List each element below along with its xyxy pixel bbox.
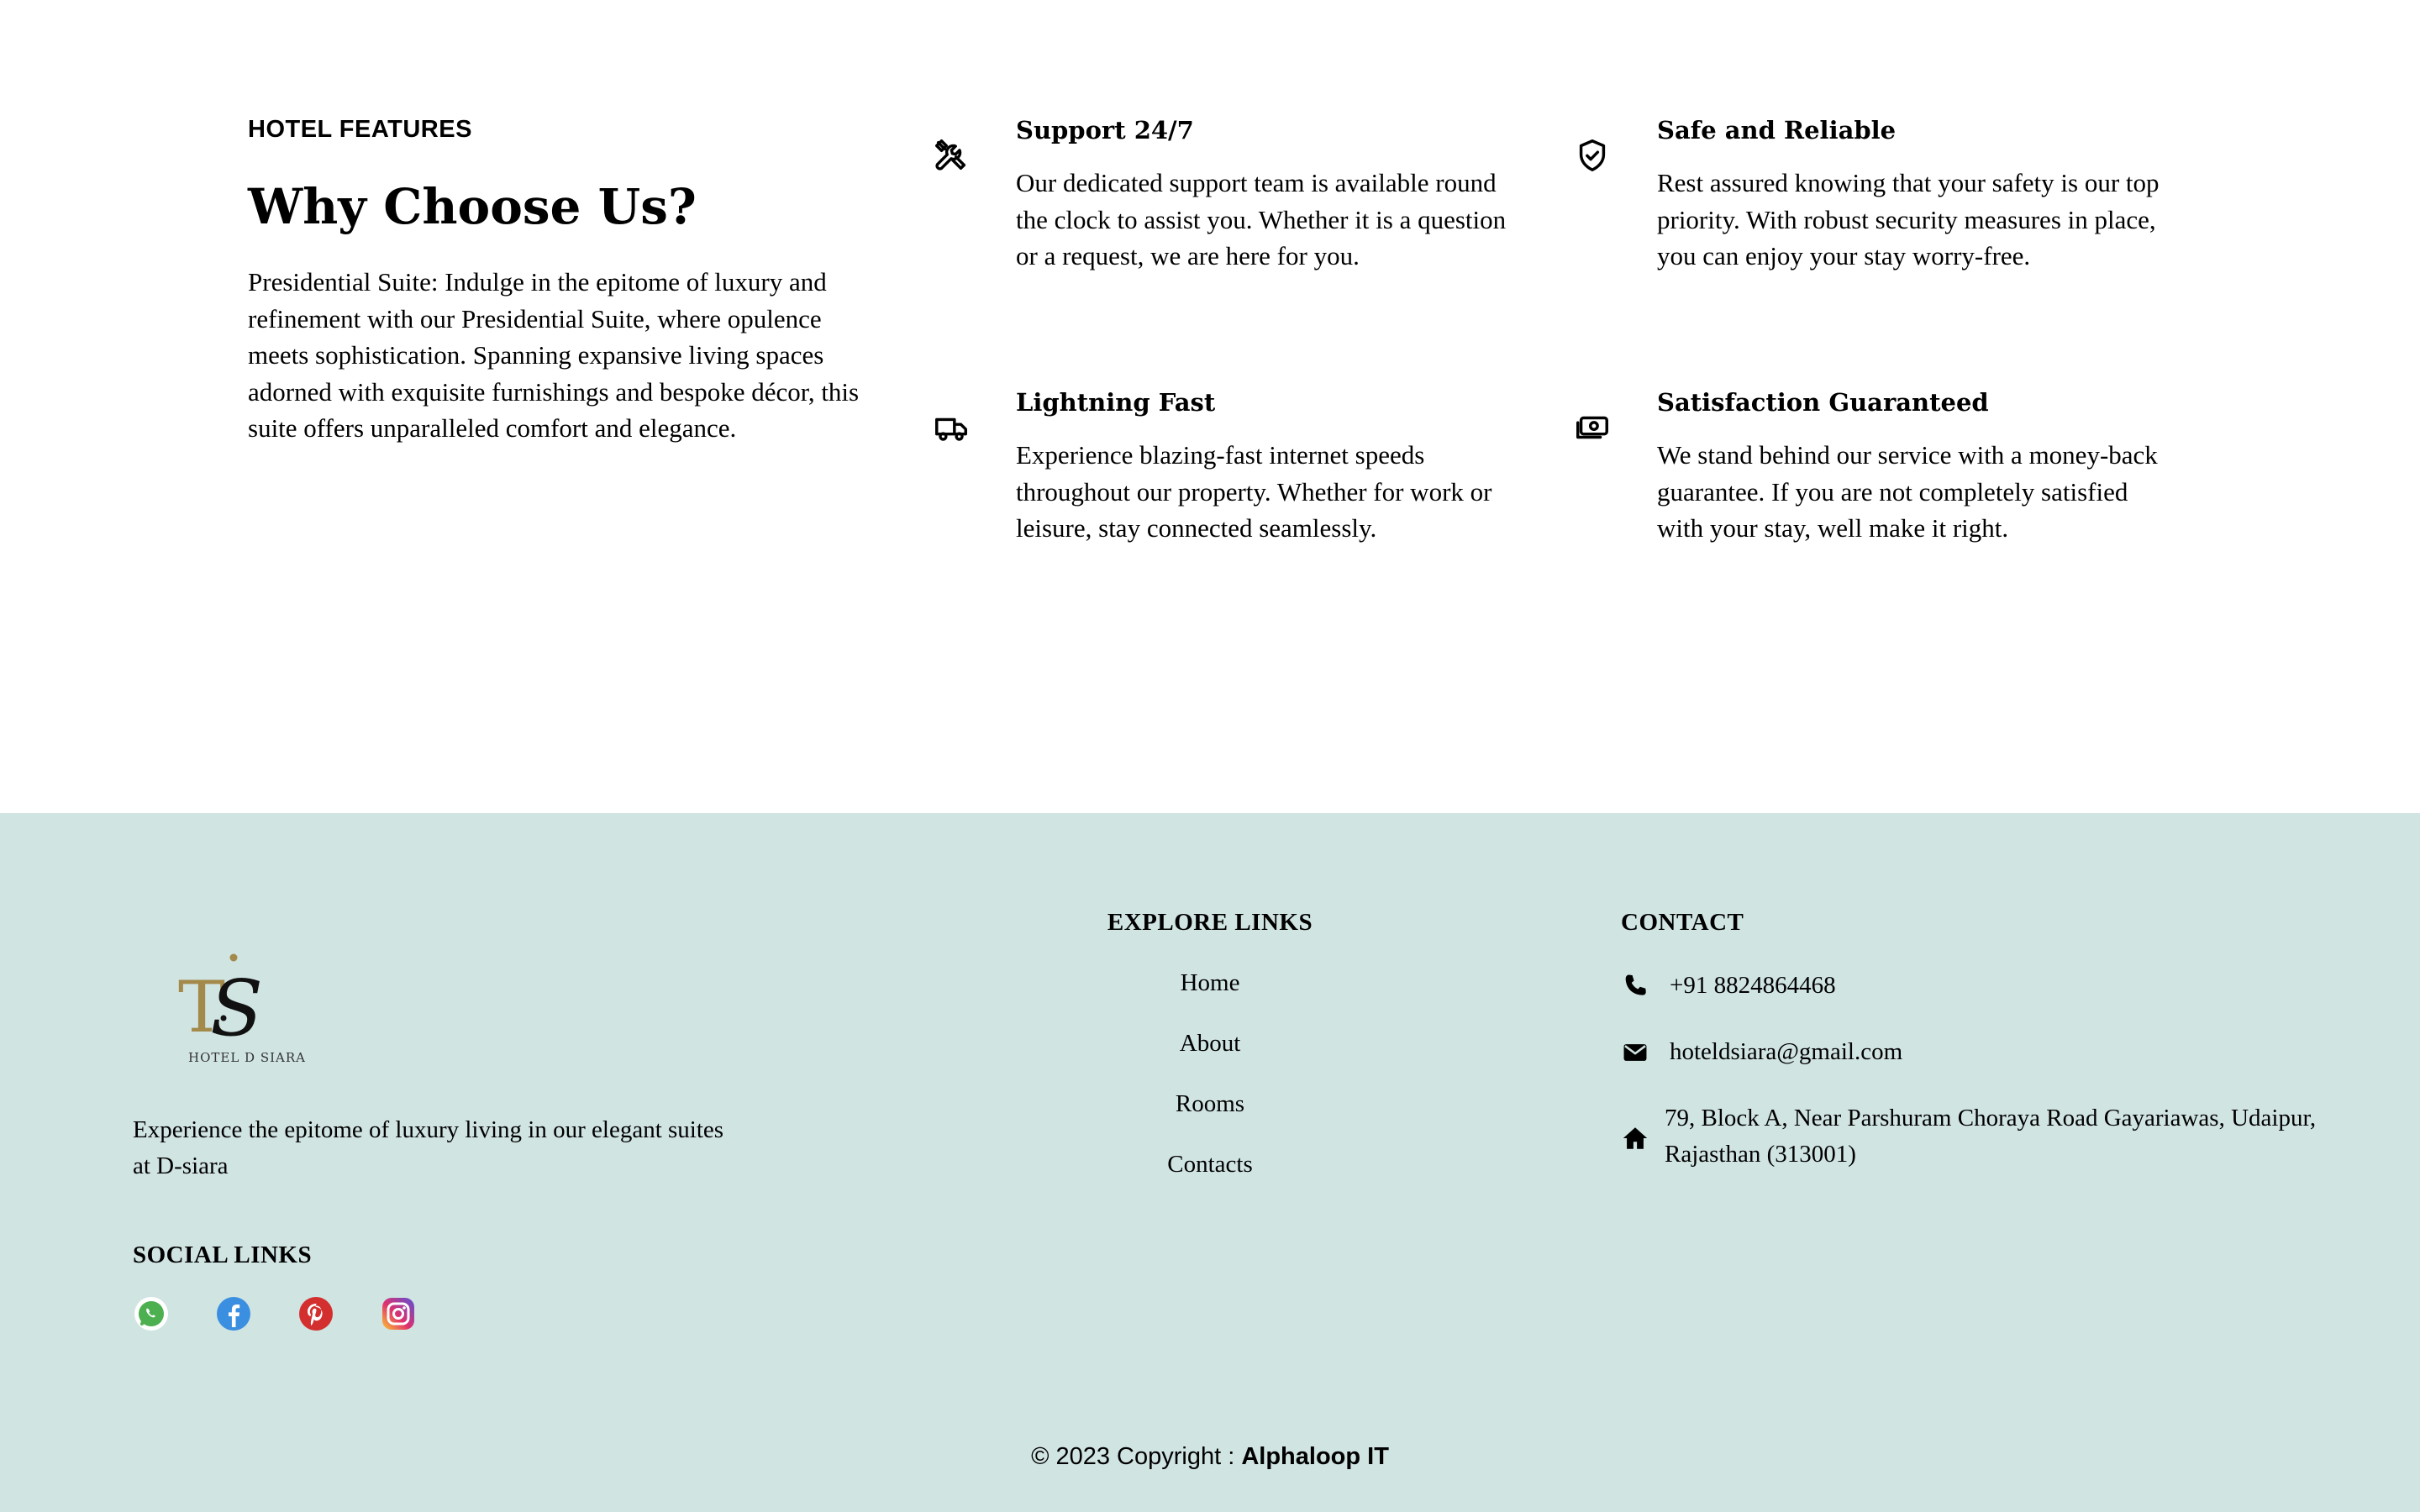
contact-address: 79, Block A, Near Parshuram Choraya Road… — [1621, 1100, 2377, 1173]
section-title: Why Choose Us? — [248, 178, 697, 235]
truck-icon — [932, 408, 971, 447]
footer-link-about[interactable]: About — [1092, 1028, 1328, 1058]
feature-title: Support 24/7 — [1016, 116, 1194, 144]
svg-text:S: S — [210, 963, 263, 1053]
phone-icon — [1621, 972, 1649, 1000]
site-footer: T S HOTEL D SIARA Experience the epitome… — [0, 813, 2420, 1512]
pinterest-icon[interactable] — [297, 1295, 334, 1332]
instagram-icon[interactable] — [380, 1295, 417, 1332]
features-intro: HOTEL FEATURES Why Choose Us? Presidenti… — [248, 114, 886, 447]
social-links-title: SOCIAL LINKS — [133, 1242, 313, 1268]
address-text: 79, Block A, Near Parshuram Choraya Road… — [1665, 1105, 2317, 1168]
footer-link-contacts[interactable]: Contacts — [1092, 1149, 1328, 1179]
feature-title: Lightning Fast — [1016, 388, 1216, 417]
phone-number[interactable]: +91 8824864468 — [1670, 968, 1836, 1004]
footer-tagline: Experience the epitome of luxury living … — [133, 1116, 724, 1179]
social-links — [133, 1295, 889, 1332]
copyright-company[interactable]: Alphaloop IT — [1241, 1443, 1389, 1470]
whatsapp-icon[interactable] — [133, 1295, 170, 1332]
facebook-icon[interactable] — [215, 1295, 252, 1332]
tools-icon — [932, 136, 971, 175]
footer-brand: T S HOTEL D SIARA Experience the epitome… — [133, 941, 889, 1332]
feature-text: Experience blazing-fast internet speeds … — [1016, 440, 1492, 543]
envelope-icon — [1621, 1038, 1649, 1067]
features-section: HOTEL FEATURES Why Choose Us? Presidenti… — [0, 0, 2420, 813]
section-eyebrow: HOTEL FEATURES — [248, 116, 472, 143]
section-description: Presidential Suite: Indulge in the epito… — [248, 267, 860, 443]
copyright-text: © 2023 Copyright : — [1031, 1443, 1242, 1470]
contact-email: hoteldsiara@gmail.com — [1621, 1034, 2377, 1070]
shield-check-icon — [1573, 136, 1612, 175]
hotel-logo[interactable]: T S HOTEL D SIARA — [171, 941, 314, 1067]
explore-links-title: EXPLORE LINKS — [1107, 909, 1313, 936]
contact-title: CONTACT — [1621, 909, 1744, 936]
cash-icon — [1573, 408, 1612, 447]
home-icon — [1621, 1124, 1648, 1149]
feature-text: Rest assured knowing that your safety is… — [1657, 168, 2160, 270]
feature-fast: Lightning Fast Experience blazing-fast i… — [935, 386, 1545, 547]
svg-text:HOTEL D SIARA: HOTEL D SIARA — [188, 1050, 306, 1065]
feature-title: Safe and Reliable — [1657, 116, 1897, 144]
feature-text: We stand behind our service with a money… — [1657, 440, 2158, 543]
feature-support: Support 24/7 Our dedicated support team … — [935, 114, 1545, 275]
copyright: © 2023 Copyright : Alphaloop IT — [0, 1441, 2420, 1472]
feature-safe: Safe and Reliable Rest assured knowing t… — [1579, 114, 2186, 275]
footer-link-rooms[interactable]: Rooms — [1092, 1089, 1328, 1119]
email-address[interactable]: hoteldsiara@gmail.com — [1670, 1034, 1902, 1070]
feature-text: Our dedicated support team is available … — [1016, 168, 1507, 270]
explore-links: EXPLORE LINKS Home About Rooms Contacts — [1092, 907, 1328, 1210]
feature-title: Satisfaction Guaranteed — [1657, 388, 1989, 417]
contact-phone: +91 8824864468 — [1621, 968, 2377, 1004]
feature-satisfaction: Satisfaction Guaranteed We stand behind … — [1576, 386, 2186, 547]
contact-info: CONTACT +91 8824864468 hoteldsiara@gmail… — [1621, 907, 2377, 1173]
footer-link-home[interactable]: Home — [1092, 968, 1328, 998]
